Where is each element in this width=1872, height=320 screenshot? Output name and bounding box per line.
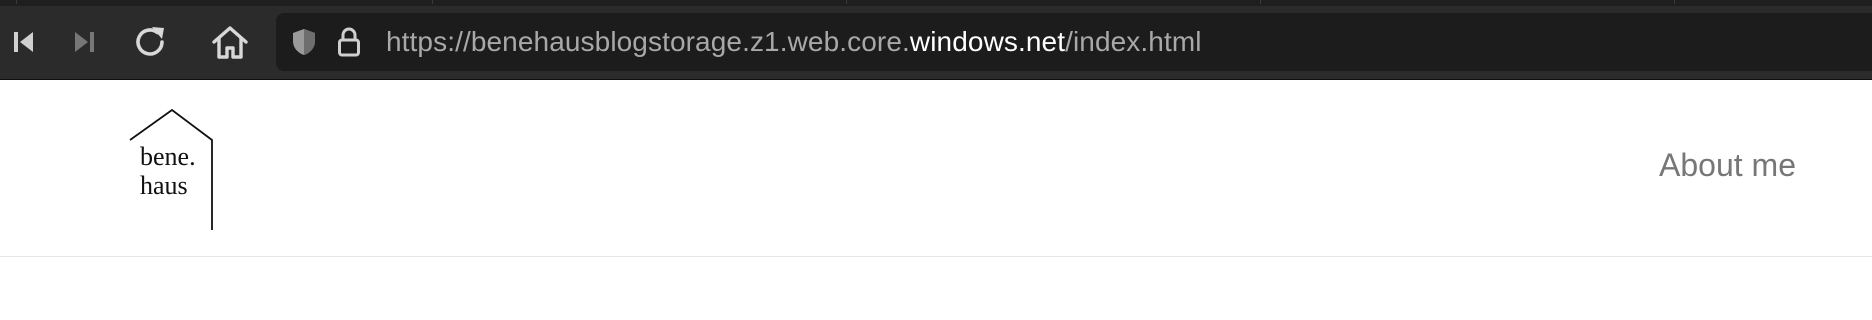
skip-forward-icon <box>75 32 94 52</box>
url-domain: windows.net <box>909 26 1066 57</box>
address-bar[interactable]: https://benehausblogstorage.z1.web.core.… <box>276 13 1872 71</box>
site-header: bene. haus About me <box>0 80 1872 257</box>
nav-about-me-link[interactable]: About me <box>1659 146 1796 184</box>
browser-toolbar: https://benehausblogstorage.z1.web.core.… <box>0 0 1872 80</box>
url-path: /index.html <box>1065 26 1202 57</box>
skip-forward-button[interactable] <box>62 20 106 64</box>
url-text[interactable]: https://benehausblogstorage.z1.web.core.… <box>386 26 1202 58</box>
url-prefix: https://benehausblogstorage.z1.web.core. <box>386 26 910 57</box>
logo-wordmark: bene. haus <box>140 142 196 200</box>
home-button[interactable] <box>208 20 252 64</box>
home-icon <box>212 26 248 59</box>
shield-icon[interactable] <box>290 27 318 57</box>
lock-icon[interactable] <box>336 26 362 58</box>
skip-back-icon <box>14 32 33 52</box>
logo-line-2: haus <box>140 171 188 200</box>
page-body <box>0 257 1872 320</box>
skip-back-button[interactable] <box>2 20 46 64</box>
site-logo[interactable]: bene. haus <box>128 108 214 230</box>
reload-button[interactable] <box>128 20 172 64</box>
tab-strip-edge <box>0 0 1872 6</box>
reload-icon <box>136 27 164 56</box>
logo-line-1: bene. <box>140 142 196 171</box>
